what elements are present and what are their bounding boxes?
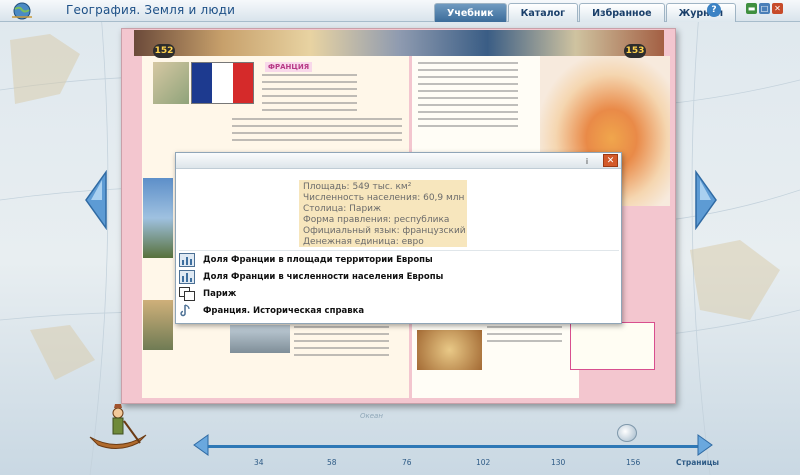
tab-favorites[interactable]: Избранное	[579, 3, 665, 22]
timeline-position-marker[interactable]	[617, 424, 637, 442]
chart-icon	[179, 253, 195, 267]
main-tabs: Учебник Каталог Избранное Журнал	[434, 3, 737, 22]
tab-journal[interactable]: Журнал	[665, 3, 737, 22]
page-header-photos	[134, 30, 664, 56]
fact-language: Официальный язык: французский	[303, 226, 466, 236]
quiz-box	[570, 322, 655, 370]
link-label: Доля Франции в численности населения Евр…	[203, 272, 444, 282]
info-sound-icon	[180, 304, 190, 317]
left-body-text	[232, 118, 402, 146]
right-page-number: 153	[624, 44, 646, 58]
traveler-in-boat-icon	[89, 404, 147, 449]
link-label: Париж	[203, 289, 237, 299]
street-photo	[230, 325, 290, 353]
food-photo	[417, 330, 482, 370]
timeline-tick[interactable]: 102	[476, 458, 490, 467]
bottom-right-text	[487, 326, 562, 347]
pages-icon	[179, 287, 195, 301]
dialog-titlebar: i ✕	[176, 153, 621, 169]
city-photo	[143, 300, 173, 350]
fact-capital: Столица: Париж	[303, 204, 382, 214]
europe-thumbnail-image	[153, 62, 189, 104]
section-title: ФРАНЦИЯ	[265, 62, 313, 72]
next-page-arrow-icon[interactable]	[694, 170, 718, 230]
globe-icon	[12, 2, 32, 20]
france-flag-image	[191, 62, 254, 104]
page-timeline[interactable]	[208, 445, 698, 448]
close-window-button[interactable]: ✕	[772, 3, 783, 14]
ocean-label: Океан	[360, 412, 383, 420]
maximize-button[interactable]: □	[759, 3, 770, 14]
top-toolbar: География. Земля и люди Учебник Каталог …	[0, 0, 800, 22]
info-icon[interactable]: i	[581, 155, 593, 167]
timeline-tick[interactable]: 130	[551, 458, 565, 467]
tab-catalog[interactable]: Каталог	[507, 3, 579, 22]
timeline-forward-arrow-icon[interactable]	[696, 434, 714, 456]
help-icon[interactable]: ?	[707, 3, 721, 17]
link-population-share[interactable]: Доля Франции в численности населения Евр…	[179, 269, 443, 285]
pages-label: Страницы	[676, 458, 720, 467]
timeline-tick[interactable]: 156	[626, 458, 640, 467]
fact-area: Площадь: 549 тыс. км²	[303, 182, 412, 192]
link-paris[interactable]: Париж	[179, 286, 236, 302]
timeline-tick[interactable]: 34	[254, 458, 264, 467]
timeline-tick[interactable]: 58	[327, 458, 337, 467]
left-column-text	[262, 74, 357, 116]
landscape-photo	[143, 178, 173, 258]
divider	[179, 250, 619, 251]
chart-icon	[179, 270, 195, 284]
link-area-share[interactable]: Доля Франции в площади территории Европы	[179, 252, 433, 268]
fact-government: Форма правления: республика	[303, 215, 450, 225]
fact-population: Численность населения: 60,9 млн чел.	[303, 193, 467, 203]
close-dialog-button[interactable]: ✕	[603, 154, 618, 167]
france-info-dialog: i ✕ Площадь: 549 тыс. км² Численность на…	[175, 152, 622, 324]
link-label: Доля Франции в площади территории Европы	[203, 255, 433, 265]
timeline-tick[interactable]: 76	[402, 458, 412, 467]
bottom-left-text	[294, 326, 389, 361]
minimize-button[interactable]: ▬	[746, 3, 757, 14]
previous-page-arrow-icon[interactable]	[84, 170, 108, 230]
link-label: Франция. Историческая справка	[203, 306, 365, 316]
tab-textbook[interactable]: Учебник	[434, 3, 507, 22]
right-column-text	[418, 62, 518, 132]
app-title: География. Земля и люди	[66, 3, 236, 17]
link-history[interactable]: Франция. Историческая справка	[179, 303, 364, 319]
left-page-number: 152	[153, 44, 175, 58]
facts-box: Площадь: 549 тыс. км² Численность населе…	[299, 180, 467, 247]
fact-currency: Денежная единица: евро	[303, 237, 424, 247]
